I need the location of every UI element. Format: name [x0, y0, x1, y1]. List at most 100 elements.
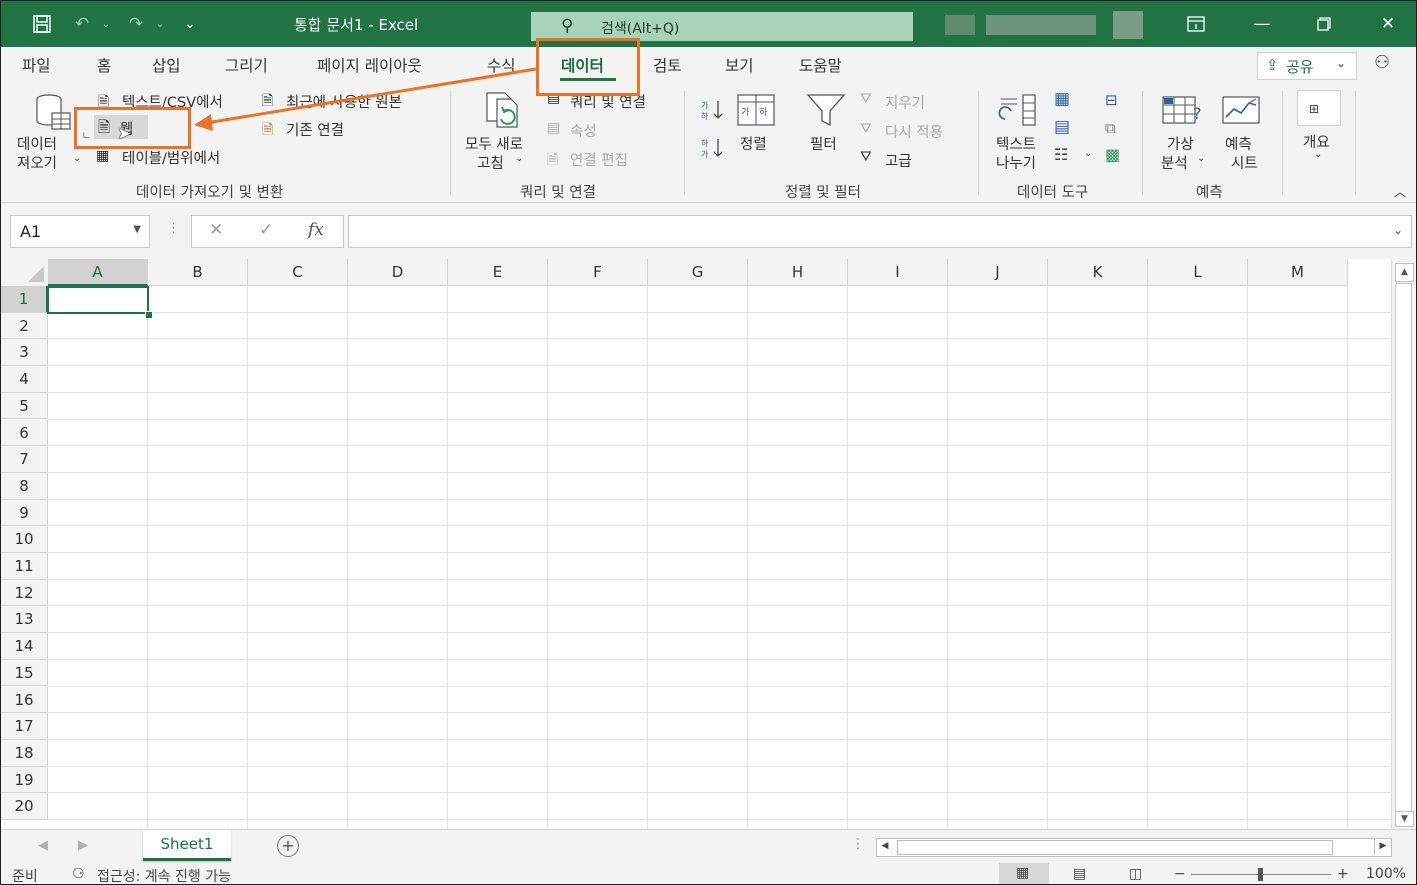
tab-split-handle[interactable]: ⋮	[851, 836, 865, 852]
get-data-dropdown-icon[interactable]: ⌄	[73, 153, 81, 164]
column-header[interactable]: J	[948, 259, 1048, 286]
refresh-dropdown-icon[interactable]: ⌄	[515, 153, 523, 164]
prev-sheet-icon[interactable]: ◀	[38, 838, 48, 853]
refresh-all-label-1[interactable]: 모두 새로	[465, 133, 523, 154]
column-header[interactable]: K	[1048, 259, 1148, 286]
row-header[interactable]: 5	[1, 392, 48, 420]
row-header[interactable]: 20	[1, 793, 48, 820]
properties-button[interactable]: 속성	[570, 120, 597, 141]
scroll-thumb[interactable]	[897, 840, 1333, 855]
name-box[interactable]: A1 ▼	[10, 215, 150, 248]
what-if-label-1[interactable]: 가상	[1167, 133, 1194, 154]
sort-button[interactable]: 정렬	[740, 133, 767, 154]
row-header[interactable]: 11	[1, 553, 48, 580]
enter-icon[interactable]: ✓	[259, 220, 273, 240]
sort-ascending-icon[interactable]: 가하	[700, 99, 724, 125]
column-header[interactable]: G	[648, 259, 748, 286]
row-header[interactable]: 2	[1, 312, 48, 340]
scroll-up-icon[interactable]: ▲	[1395, 263, 1414, 282]
column-header[interactable]: L	[1148, 259, 1248, 286]
from-table-range-button[interactable]: 테이블/범위에서	[122, 147, 220, 168]
scroll-left-icon[interactable]: ◀	[877, 839, 893, 854]
what-if-dropdown-icon[interactable]: ⌄	[1197, 153, 1205, 164]
zoom-out-icon[interactable]: −	[1174, 866, 1186, 882]
close-icon[interactable]: ✕	[1373, 11, 1403, 37]
row-header[interactable]: 17	[1, 713, 48, 740]
redo-dropdown-icon[interactable]: ⌄	[147, 11, 173, 37]
tab-formulas[interactable]: 수식	[487, 54, 516, 76]
save-icon[interactable]	[29, 11, 55, 37]
normal-view-button[interactable]: ▦	[999, 863, 1049, 884]
row-header[interactable]: 13	[1, 606, 48, 634]
zoom-in-icon[interactable]: +	[1337, 866, 1349, 882]
tab-help[interactable]: 도움말	[799, 54, 842, 76]
scroll-down-icon[interactable]: ▼	[1395, 811, 1414, 827]
scroll-right-icon[interactable]: ▶	[1374, 839, 1391, 854]
tab-draw[interactable]: 그리기	[225, 54, 268, 76]
tab-file[interactable]: 파일	[22, 54, 51, 76]
next-sheet-icon[interactable]: ▶	[78, 838, 88, 853]
undo-icon[interactable]: ↶	[69, 11, 95, 37]
clear-button[interactable]: 지우기	[885, 92, 925, 113]
column-header[interactable]: A	[48, 259, 148, 286]
minimize-icon[interactable]: —	[1247, 11, 1277, 37]
row-header[interactable]: 12	[1, 579, 48, 607]
text-to-columns-label-1[interactable]: 텍스트	[996, 133, 1036, 154]
text-to-columns-label-2[interactable]: 나누기	[996, 152, 1036, 173]
undo-dropdown-icon[interactable]: ⌄	[93, 11, 119, 37]
formula-input[interactable]: ⌄	[348, 215, 1412, 248]
flash-fill-icon[interactable]: ▦	[1054, 89, 1070, 109]
scroll-thumb[interactable]	[1395, 283, 1412, 813]
fill-handle[interactable]	[145, 311, 153, 319]
search-box[interactable]: ⚲ 검색(Alt+Q)	[531, 12, 913, 41]
column-header[interactable]: E	[448, 259, 548, 286]
page-break-view-icon[interactable]: ◫	[1129, 866, 1142, 882]
sort-descending-icon[interactable]: 하가	[700, 137, 724, 163]
select-all-corner[interactable]	[1, 259, 49, 287]
row-header[interactable]: 14	[1, 633, 48, 660]
relationships-icon[interactable]: ⧉	[1105, 119, 1116, 137]
add-sheet-icon[interactable]: +	[277, 835, 299, 857]
comments-icon[interactable]: ⚇	[1374, 52, 1390, 73]
active-cell[interactable]	[47, 286, 149, 314]
row-header[interactable]: 10	[1, 526, 48, 553]
column-header[interactable]: C	[248, 259, 348, 286]
filter-button[interactable]: 필터	[810, 133, 837, 154]
reapply-button[interactable]: 다시 적용	[885, 121, 943, 142]
accessibility-status[interactable]: 접근성: 계속 진행 가능	[97, 866, 231, 884]
existing-connections-button[interactable]: 기존 연결	[286, 119, 344, 140]
consolidate-icon[interactable]: ⊟	[1105, 91, 1118, 109]
row-header[interactable]: 3	[1, 339, 48, 367]
edit-links-button[interactable]: 연결 편집	[570, 149, 628, 170]
horizontal-scrollbar[interactable]: ◀ ▶	[876, 838, 1392, 857]
what-if-label-2[interactable]: 분석	[1161, 152, 1188, 173]
column-header[interactable]: F	[548, 259, 648, 286]
data-model-icon[interactable]: ▩	[1105, 145, 1120, 164]
worksheet-grid[interactable]: ABCDEFGHIJKLM 1 2 3 4 5 6 7 8 9 10 11 12 13 14 15 16 17 1…	[1, 259, 1391, 829]
row-header[interactable]: 18	[1, 739, 48, 767]
row-header[interactable]: 8	[1, 472, 48, 500]
zoom-level[interactable]: 100%	[1366, 866, 1406, 882]
get-data-label-2[interactable]: 져오기	[17, 152, 57, 173]
sheet-tab[interactable]: Sheet1	[143, 830, 231, 861]
outline-dropdown-icon[interactable]: ⌄	[1314, 149, 1322, 160]
expand-formula-icon[interactable]: ⌄	[1393, 223, 1403, 237]
remove-duplicates-icon[interactable]: ▤	[1054, 117, 1070, 137]
zoom-slider-thumb[interactable]	[1258, 868, 1263, 881]
cancel-icon[interactable]: ✕	[209, 220, 223, 240]
account-avatar[interactable]	[1113, 11, 1143, 39]
advanced-button[interactable]: 고급	[885, 150, 912, 171]
column-header[interactable]: H	[748, 259, 848, 286]
chevron-down-icon[interactable]: ⌄	[1084, 148, 1092, 159]
recent-sources-button[interactable]: 최근에 사용한 원본	[286, 91, 402, 112]
row-header[interactable]: 19	[1, 766, 48, 794]
forecast-sheet-label-2[interactable]: 시트	[1231, 152, 1258, 173]
row-header[interactable]: 7	[1, 446, 48, 473]
collapse-ribbon-icon[interactable]: ︿	[1394, 183, 1406, 200]
get-data-label-1[interactable]: 데이터	[17, 133, 57, 154]
row-header[interactable]: 9	[1, 499, 48, 527]
customize-toolbar-icon[interactable]: ⌄	[177, 11, 203, 37]
tab-insert[interactable]: 삽입	[152, 54, 181, 76]
column-header[interactable]: B	[148, 259, 248, 286]
insert-function-icon[interactable]: fx	[308, 220, 324, 240]
